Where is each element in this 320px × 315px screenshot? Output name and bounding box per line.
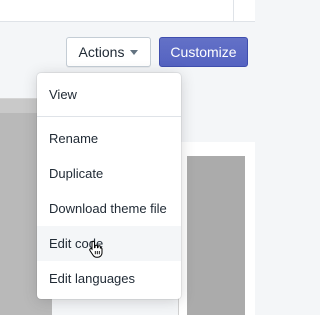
actions-button[interactable]: Actions bbox=[66, 37, 151, 67]
theme-preview-image-right bbox=[187, 156, 245, 315]
customize-button-label: Customize bbox=[170, 44, 237, 60]
menu-item-duplicate[interactable]: Duplicate bbox=[37, 156, 181, 191]
menu-item-download-theme-file[interactable]: Download theme file bbox=[37, 191, 181, 226]
actions-dropdown-menu: View Rename Duplicate Download theme fil… bbox=[37, 73, 181, 299]
menu-section-manage: Rename Duplicate Download theme file Edi… bbox=[37, 116, 181, 300]
menu-item-edit-languages[interactable]: Edit languages bbox=[37, 261, 181, 296]
menu-item-edit-code[interactable]: Edit code bbox=[37, 226, 181, 261]
menu-item-rename[interactable]: Rename bbox=[37, 121, 181, 156]
menu-item-view[interactable]: View bbox=[37, 77, 181, 112]
caret-down-icon bbox=[130, 49, 139, 55]
menu-section-view: View bbox=[37, 73, 181, 116]
actions-button-label: Actions bbox=[78, 44, 125, 60]
theme-preview-thumbnail-right bbox=[178, 142, 255, 315]
customize-button[interactable]: Customize bbox=[159, 37, 248, 67]
top-bar bbox=[0, 0, 255, 22]
top-bar-divider bbox=[233, 0, 234, 22]
